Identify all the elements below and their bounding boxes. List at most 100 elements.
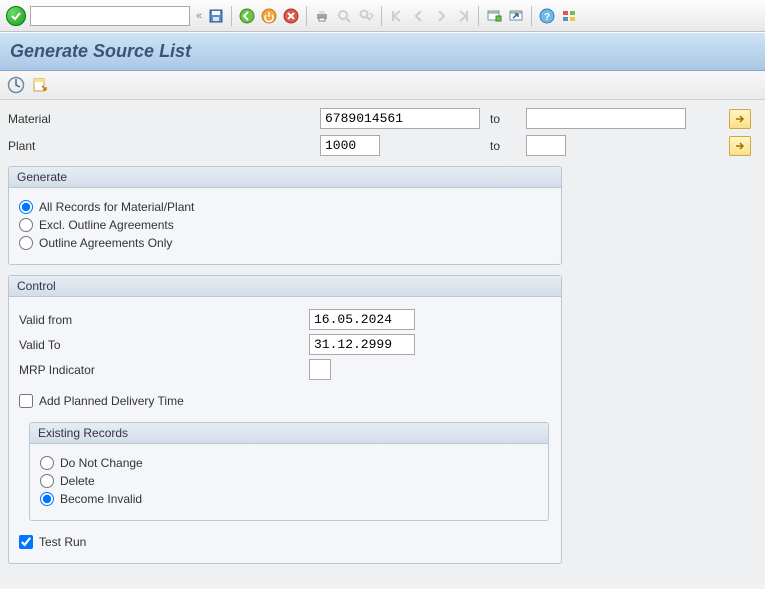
mrp-row: MRP Indicator: [19, 359, 551, 380]
test-run-checkbox[interactable]: [19, 535, 33, 549]
cancel-button[interactable]: [281, 6, 301, 26]
command-field[interactable]: [30, 6, 190, 26]
separator: [231, 6, 232, 26]
existing-legend: Existing Records: [30, 423, 548, 444]
radio-delete-label: Delete: [60, 474, 95, 488]
page-title: Generate Source List: [10, 41, 755, 62]
radio-nochange-label: Do Not Change: [60, 456, 143, 470]
plant-label: Plant: [8, 139, 128, 153]
add-planned-label: Add Planned Delivery Time: [39, 394, 184, 408]
valid-to-label: Valid To: [19, 338, 309, 352]
layout-icon: [561, 8, 577, 24]
radio-delete[interactable]: [40, 474, 54, 488]
generate-option-only[interactable]: Outline Agreements Only: [19, 236, 551, 250]
valid-from-input[interactable]: [309, 309, 415, 330]
existing-option-delete[interactable]: Delete: [40, 474, 538, 488]
system-toolbar: « ?: [0, 0, 765, 32]
generate-shortcut-button[interactable]: [506, 6, 526, 26]
radio-nochange[interactable]: [40, 456, 54, 470]
collapse-toolbar-button[interactable]: «: [194, 10, 204, 22]
existing-option-nochange[interactable]: Do Not Change: [40, 456, 538, 470]
generate-group: Generate All Records for Material/Plant …: [8, 166, 562, 265]
material-row: Material to: [8, 108, 757, 129]
back-button[interactable]: [237, 6, 257, 26]
prev-page-icon: [411, 8, 427, 24]
execute-button[interactable]: [6, 75, 26, 95]
first-page-button: [387, 6, 407, 26]
radio-only-label: Outline Agreements Only: [39, 236, 172, 250]
existing-option-invalid[interactable]: Become Invalid: [40, 492, 538, 506]
material-to-label: to: [490, 112, 500, 126]
variant-icon: [31, 76, 49, 94]
control-group: Control Valid from Valid To MRP Indicato…: [8, 275, 562, 564]
generate-legend: Generate: [9, 167, 561, 188]
add-planned-row[interactable]: Add Planned Delivery Time: [19, 394, 551, 408]
radio-excl-label: Excl. Outline Agreements: [39, 218, 174, 232]
material-from-input[interactable]: [320, 108, 480, 129]
arrow-right-icon: [734, 114, 746, 124]
save-button[interactable]: [206, 6, 226, 26]
last-page-icon: [455, 8, 471, 24]
get-variant-button[interactable]: [30, 75, 50, 95]
generate-option-excl[interactable]: Excl. Outline Agreements: [19, 218, 551, 232]
floppy-icon: [208, 8, 224, 24]
radio-all-label: All Records for Material/Plant: [39, 200, 194, 214]
add-planned-checkbox[interactable]: [19, 394, 33, 408]
execute-icon: [7, 76, 25, 94]
next-page-button: [431, 6, 451, 26]
separator: [381, 6, 382, 26]
radio-excl[interactable]: [19, 218, 33, 232]
radio-all[interactable]: [19, 200, 33, 214]
help-button[interactable]: ?: [537, 6, 557, 26]
back-icon: [239, 8, 255, 24]
valid-from-row: Valid from: [19, 309, 551, 330]
check-icon: [11, 11, 21, 21]
test-run-label: Test Run: [39, 535, 86, 549]
last-page-button: [453, 6, 473, 26]
new-window-icon: [486, 8, 502, 24]
plant-to-label: to: [490, 139, 500, 153]
generate-option-all[interactable]: All Records for Material/Plant: [19, 200, 551, 214]
exit-button[interactable]: [259, 6, 279, 26]
mrp-label: MRP Indicator: [19, 363, 309, 377]
svg-text:?: ?: [544, 12, 550, 23]
application-toolbar: [0, 71, 765, 100]
print-button[interactable]: [312, 6, 332, 26]
radio-only[interactable]: [19, 236, 33, 250]
customize-layout-button[interactable]: [559, 6, 579, 26]
prev-page-button: [409, 6, 429, 26]
help-icon: ?: [539, 8, 555, 24]
find-icon: [336, 8, 352, 24]
test-run-row[interactable]: Test Run: [19, 535, 551, 549]
shortcut-icon: [508, 8, 524, 24]
plant-to-input[interactable]: [526, 135, 566, 156]
find-button: [334, 6, 354, 26]
separator: [478, 6, 479, 26]
printer-icon: [314, 8, 330, 24]
valid-to-input[interactable]: [309, 334, 415, 355]
control-legend: Control: [9, 276, 561, 297]
radio-invalid[interactable]: [40, 492, 54, 506]
material-multiple-selection-button[interactable]: [729, 109, 751, 129]
arrow-right-icon: [734, 141, 746, 151]
separator: [306, 6, 307, 26]
valid-to-row: Valid To: [19, 334, 551, 355]
enter-button[interactable]: [6, 6, 26, 26]
new-session-button[interactable]: [484, 6, 504, 26]
find-next-icon: [358, 8, 374, 24]
find-next-button: [356, 6, 376, 26]
radio-invalid-label: Become Invalid: [60, 492, 142, 506]
next-page-icon: [433, 8, 449, 24]
valid-from-label: Valid from: [19, 313, 309, 327]
selection-screen: Material to Plant to Generate All Record…: [0, 100, 765, 582]
material-label: Material: [8, 112, 128, 126]
title-bar: Generate Source List: [0, 32, 765, 71]
separator: [531, 6, 532, 26]
material-to-input[interactable]: [526, 108, 686, 129]
plant-row: Plant to: [8, 135, 757, 156]
cancel-icon: [283, 8, 299, 24]
plant-multiple-selection-button[interactable]: [729, 136, 751, 156]
first-page-icon: [389, 8, 405, 24]
mrp-input[interactable]: [309, 359, 331, 380]
plant-from-input[interactable]: [320, 135, 380, 156]
